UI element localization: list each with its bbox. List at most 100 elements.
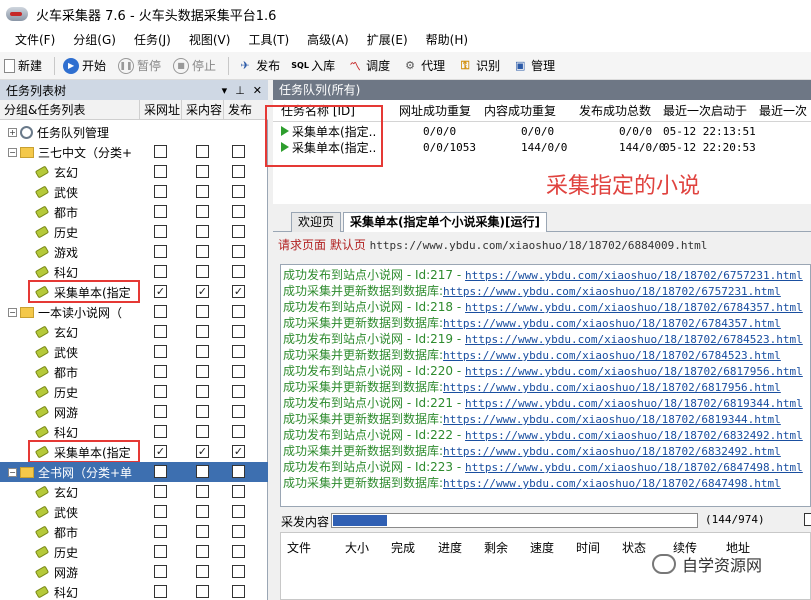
collect-content-checkbox[interactable] [196,205,209,218]
dropdown-icon[interactable]: ▾ [222,84,228,97]
menu-help[interactable]: 帮助(H) [417,28,477,52]
publish-checkbox[interactable] [232,285,245,298]
collect-url-checkbox[interactable] [154,185,167,198]
start-button[interactable]: ▶ 开始 [63,55,106,77]
collapse-icon[interactable]: − [8,467,17,477]
log-url-link[interactable]: https://www.ybdu.com/xiaoshuo/18/18702/6… [465,301,803,314]
queue-col-last[interactable]: 最近一次 [759,100,807,122]
file-col-size[interactable]: 大小 [345,539,369,556]
collect-content-checkbox[interactable] [196,405,209,418]
file-col-file[interactable]: 文件 [287,539,311,556]
file-col-remaining[interactable]: 剩余 [484,539,508,556]
tree-task[interactable]: 武侠 [0,182,268,202]
collect-url-checkbox[interactable] [154,325,167,338]
new-button[interactable]: 新建 [4,55,42,77]
publish-checkbox[interactable] [232,165,245,178]
log-url-link[interactable]: https://www.ybdu.com/xiaoshuo/18/18702/6… [465,333,803,346]
log-url-link[interactable]: https://www.ybdu.com/xiaoshuo/18/18702/6… [443,413,781,426]
tree-task[interactable]: 都市 [0,362,268,382]
tune-button[interactable]: 〽 调度 [347,55,391,77]
log-url-link[interactable]: https://www.ybdu.com/xiaoshuo/18/18702/6… [443,285,781,298]
manage-button[interactable]: ▣ 管理 [512,55,555,77]
pin-icon[interactable]: ⊥ [235,84,245,97]
collect-content-checkbox[interactable] [196,385,209,398]
file-col-speed[interactable]: 速度 [530,539,554,556]
menu-task[interactable]: 任务(J) [125,28,180,52]
publish-checkbox[interactable] [232,385,245,398]
tree-task[interactable]: 历史 [0,382,268,402]
tree-task[interactable]: 科幻 [0,262,268,282]
log-url-link[interactable]: https://www.ybdu.com/xiaoshuo/18/18702/6… [465,397,803,410]
collect-url-checkbox[interactable] [154,365,167,378]
log-url-link[interactable]: https://www.ybdu.com/xiaoshuo/18/18702/6… [443,445,781,458]
publish-checkbox[interactable] [232,185,245,198]
publish-checkbox[interactable] [232,305,245,318]
log-url-link[interactable]: https://www.ybdu.com/xiaoshuo/18/18702/6… [443,317,781,330]
collect-content-checkbox[interactable] [196,145,209,158]
publish-checkbox[interactable] [232,365,245,378]
tree-root[interactable]: + 任务队列管理 [0,122,268,142]
collect-url-checkbox[interactable] [154,225,167,238]
collect-content-checkbox[interactable] [196,505,209,518]
tree-task[interactable]: 历史 [0,222,268,242]
tree-group[interactable]: − 三七中文（分类+ [0,142,268,162]
collapse-icon[interactable]: − [8,147,17,157]
publish-checkbox[interactable] [232,405,245,418]
request-url[interactable]: https://www.ybdu.com/xiaoshuo/18/18702/6… [370,239,708,252]
collect-url-checkbox[interactable] [154,285,167,298]
col-collect-content[interactable]: 采内容 [182,100,224,120]
collect-content-checkbox[interactable] [196,305,209,318]
publish-checkbox[interactable] [804,513,811,526]
tab-welcome[interactable]: 欢迎页 [291,212,342,232]
collect-content-checkbox[interactable] [196,525,209,538]
collect-url-checkbox[interactable] [154,465,167,478]
tree-task[interactable]: 网游 [0,402,268,422]
collect-content-checkbox[interactable] [196,245,209,258]
collect-url-checkbox[interactable] [154,445,167,458]
ocr-button[interactable]: ⚿ 识别 [457,55,500,77]
publish-checkbox[interactable] [232,245,245,258]
log-url-link[interactable]: https://www.ybdu.com/xiaoshuo/18/18702/6… [443,349,781,362]
import-button[interactable]: SQL 入库 [291,55,335,77]
collect-content-checkbox[interactable] [196,445,209,458]
col-publish[interactable]: 发布 [224,100,268,120]
collect-url-checkbox[interactable] [154,565,167,578]
log-url-link[interactable]: https://www.ybdu.com/xiaoshuo/18/18702/6… [465,429,803,442]
collect-url-checkbox[interactable] [154,265,167,278]
collect-url-checkbox[interactable] [154,545,167,558]
close-icon[interactable]: ✕ [253,84,262,97]
collect-content-checkbox[interactable] [196,325,209,338]
menu-view[interactable]: 视图(V) [180,28,240,52]
tree-task[interactable]: 都市 [0,202,268,222]
collect-url-checkbox[interactable] [154,245,167,258]
log-url-link[interactable]: https://www.ybdu.com/xiaoshuo/18/18702/6… [443,381,781,394]
collect-content-checkbox[interactable] [196,165,209,178]
log-url-link[interactable]: https://www.ybdu.com/xiaoshuo/18/18702/6… [465,365,803,378]
file-col-time[interactable]: 时间 [576,539,600,556]
publish-checkbox[interactable] [232,525,245,538]
tree-task[interactable]: 武侠 [0,342,268,362]
menu-advanced[interactable]: 高级(A) [298,28,358,52]
tree-task[interactable]: 武侠 [0,502,268,522]
queue-col-publish[interactable]: 发布成功总数 [579,100,651,122]
publish-checkbox[interactable] [232,565,245,578]
collect-url-checkbox[interactable] [154,525,167,538]
tree-task[interactable]: 历史 [0,542,268,562]
collect-content-checkbox[interactable] [196,545,209,558]
file-col-progress[interactable]: 进度 [438,539,462,556]
collect-url-checkbox[interactable] [154,145,167,158]
collapse-icon[interactable]: − [8,307,17,317]
collect-url-checkbox[interactable] [154,505,167,518]
col-task-list[interactable]: 分组&任务列表 [0,100,140,120]
tree-task[interactable]: 网游 [0,562,268,582]
collect-content-checkbox[interactable] [196,565,209,578]
publish-checkbox[interactable] [232,585,245,598]
collect-content-checkbox[interactable] [196,225,209,238]
collect-url-checkbox[interactable] [154,485,167,498]
tree-task[interactable]: 都市 [0,522,268,542]
publish-checkbox[interactable] [232,465,245,478]
log-url-link[interactable]: https://www.ybdu.com/xiaoshuo/18/18702/6… [443,477,781,490]
collect-url-checkbox[interactable] [154,405,167,418]
publish-checkbox[interactable] [232,225,245,238]
log-url-link[interactable]: https://www.ybdu.com/xiaoshuo/18/18702/6… [465,269,803,282]
